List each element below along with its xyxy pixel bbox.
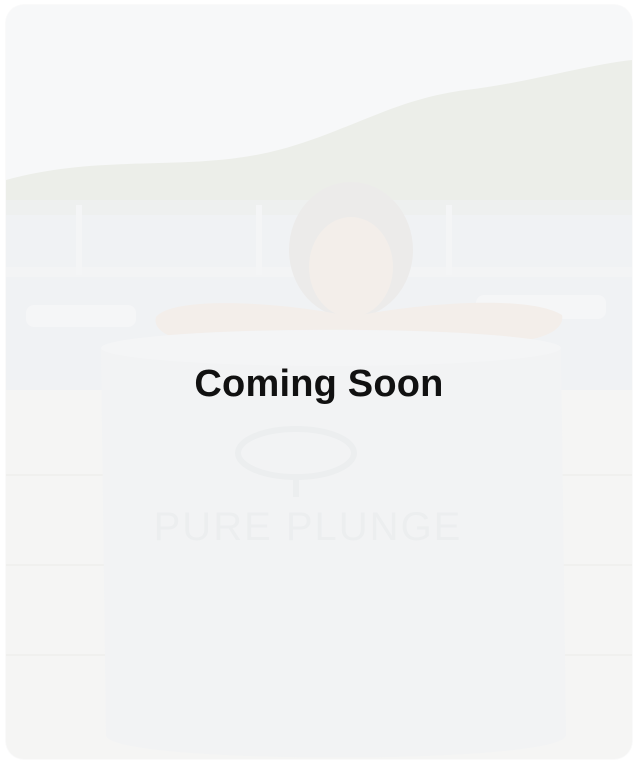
coming-soon-headline: Coming Soon [194, 363, 444, 405]
product-card[interactable]: PURE PLUNGE Coming Soon [6, 5, 632, 759]
